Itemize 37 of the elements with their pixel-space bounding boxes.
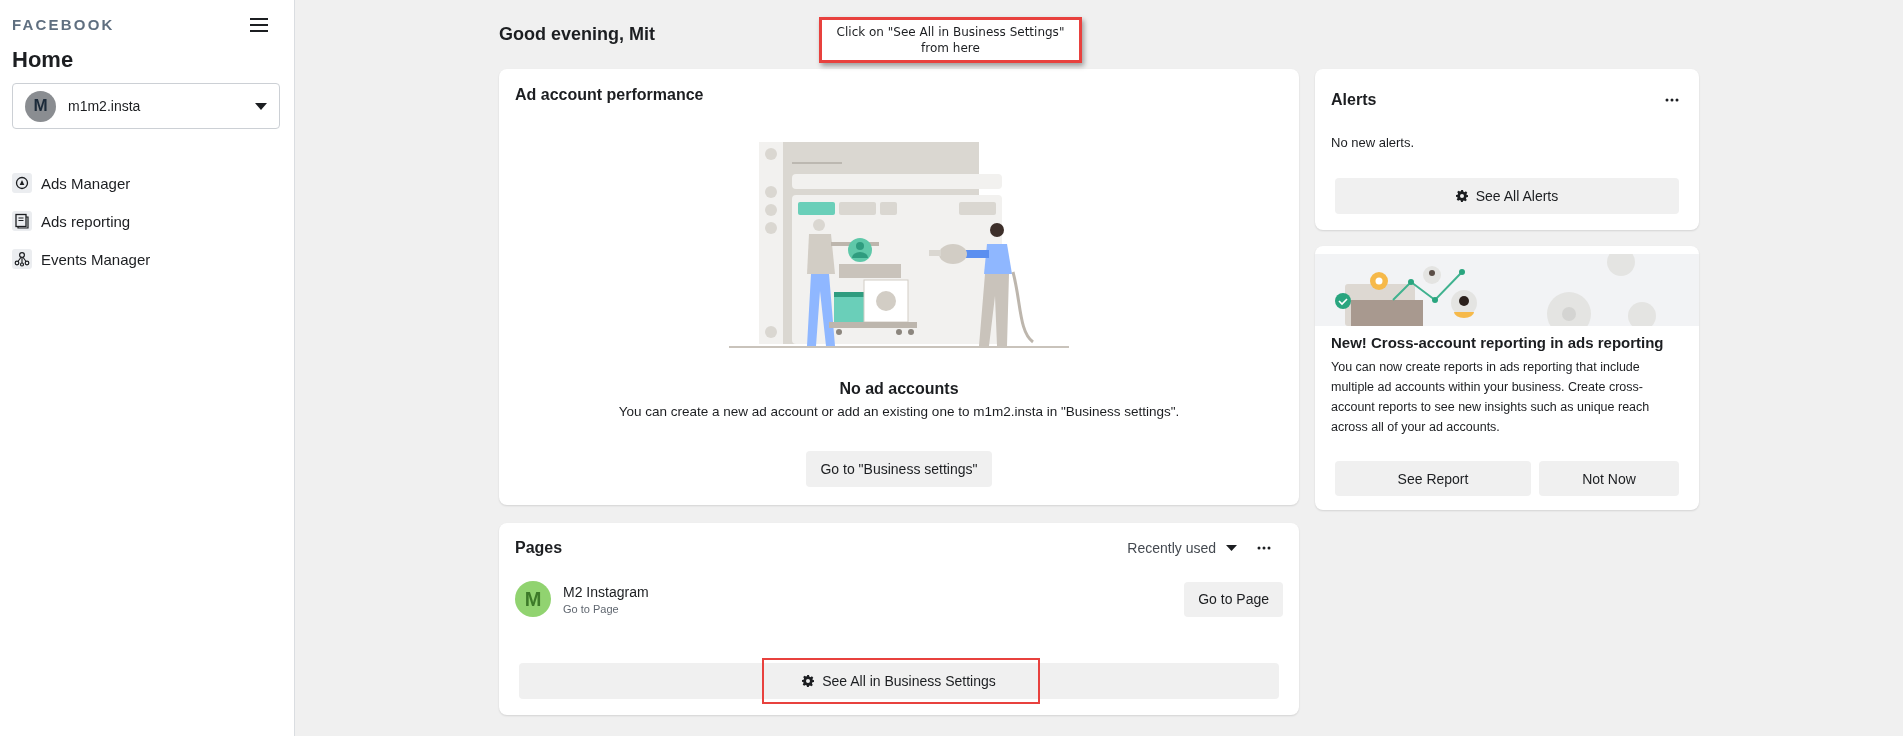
promo-button[interactable]: See Report xyxy=(1335,461,1531,496)
see-all-alerts-button[interactable]: See All Alerts xyxy=(1335,178,1679,214)
see-all-button[interactable]: See All in Business Settings xyxy=(519,663,1279,699)
account-avatar: M xyxy=(25,90,56,122)
nav-link[interactable]: Events Manager xyxy=(12,249,151,269)
empty-state-text: You can create a new ad account or add an existing one to m1m2.insta in "Business settings". xyxy=(618,404,1180,419)
business-settings-button[interactable]: Go to "Business settings" xyxy=(806,451,992,487)
network-icon xyxy=(12,249,32,269)
annotation-callout: Click on "See All in Business Settings" from here xyxy=(819,17,1082,64)
report-icon xyxy=(12,211,32,231)
nav-link[interactable]: Ads Manager xyxy=(12,173,131,193)
page-avatar: M xyxy=(515,581,551,617)
more-icon[interactable] xyxy=(1665,98,1679,102)
account-dropdown[interactable]: M m1m2.insta xyxy=(12,83,280,129)
card-title: Alerts xyxy=(1331,91,1377,109)
promo-title: New! Cross-account reporting in ads reporting xyxy=(1331,334,1665,351)
page-title: Home xyxy=(12,47,75,73)
promo-button[interactable]: Not Now xyxy=(1539,461,1679,496)
menu-icon[interactable] xyxy=(250,16,268,33)
settings-icon xyxy=(802,675,815,687)
logo: FACEBOOK xyxy=(12,16,115,33)
go-to-page-button[interactable]: Go to Page xyxy=(1184,581,1283,617)
page-name: M2 Instagram xyxy=(563,583,650,600)
card-title: Ad account performance xyxy=(515,86,704,104)
caret-icon xyxy=(255,102,267,110)
greeting: Good evening, Mit xyxy=(499,23,655,46)
caret-icon xyxy=(1226,545,1237,551)
nav-link[interactable]: Ads reporting xyxy=(12,211,131,231)
card-title: Pages xyxy=(515,539,564,557)
empty-state-title: No ad accounts xyxy=(839,380,959,398)
promo-text: You can now create reports in ads reporting that include multiple ad accounts within your business. Create cross-account reports to see new insights such as unique reach across all of your ad accounts. xyxy=(1331,359,1651,436)
compass-icon xyxy=(12,173,32,193)
settings-icon xyxy=(1455,190,1468,202)
alerts-message: No new alerts. xyxy=(1331,135,1416,150)
more-icon[interactable] xyxy=(1257,546,1271,550)
page-link[interactable]: Go to Page xyxy=(563,602,619,615)
sort-dropdown[interactable]: Recently used xyxy=(1127,540,1237,556)
